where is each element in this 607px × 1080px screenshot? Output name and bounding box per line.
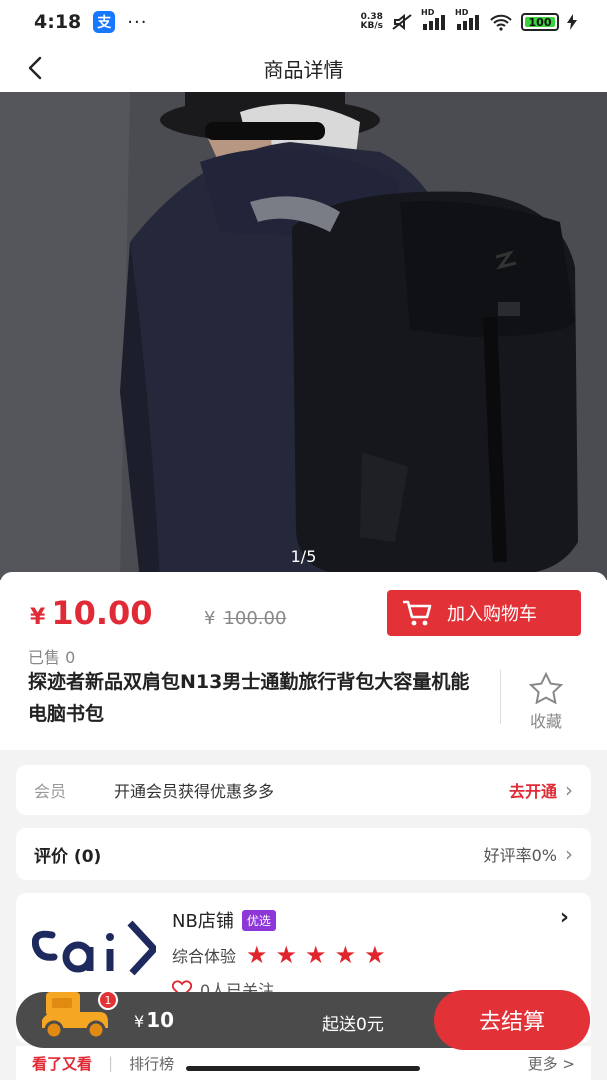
battery-icon: 100 (521, 13, 559, 31)
chevron-right-icon: › (565, 842, 573, 866)
shop-name-row: NB店铺 优选 (172, 907, 276, 933)
page-title: 商品详情 (263, 57, 344, 82)
status-time: 4:18 (34, 11, 82, 33)
chevron-right-icon: › (565, 778, 573, 802)
star-icon: ★ (246, 941, 268, 969)
review-row[interactable]: 评价 (0) 好评率0% › (16, 828, 591, 880)
checkout-button[interactable]: 去结算 (434, 990, 590, 1050)
member-label: 会员 (34, 782, 67, 801)
signal-2: HD (455, 8, 481, 30)
favorite-label: 收藏 (529, 712, 562, 731)
divider (500, 670, 501, 724)
min-order-note: 起送0元 (322, 1015, 384, 1035)
cart-total: ¥10 (134, 1008, 174, 1032)
tab-viewed-again[interactable]: 看了又看 (32, 1053, 92, 1074)
star-icon: ★ (334, 941, 357, 969)
alipay-icon: 支 (93, 11, 116, 33)
more-link[interactable]: 更多 > (528, 1053, 575, 1074)
home-indicator[interactable] (186, 1066, 420, 1071)
tab-ranking[interactable]: 排行榜 (129, 1053, 174, 1074)
sold-count: 已售 0 (28, 648, 76, 667)
positive-rate: 好评率0% (483, 846, 557, 865)
battery-level: 100 (528, 15, 552, 29)
star-icon: ★ (305, 941, 327, 969)
preferred-badge: 优选 (241, 909, 276, 931)
mute-icon (392, 13, 412, 31)
star-rating: ★ ★ ★ ★ ★ (246, 941, 386, 969)
product-info-card: ¥10.00 ¥100.00 加入购物车 已售 0 探迹者新品双肩包N13男士通… (0, 572, 607, 750)
hd-label-2: HD (455, 8, 469, 17)
experience-label: 综合体验 (172, 947, 237, 966)
member-description: 开通会员获得优惠多多 (114, 782, 275, 801)
add-to-cart-button[interactable]: 加入购物车 (387, 590, 581, 636)
star-icon: ★ (275, 941, 298, 969)
currency-symbol: ¥ (30, 605, 46, 630)
header: 商品详情 (0, 44, 607, 92)
shop-experience: 综合体验 ★ ★ ★ ★ ★ (172, 941, 386, 969)
more-notifications-icon: ··· (127, 11, 148, 33)
shop-logo (32, 913, 156, 993)
current-price: ¥10.00 (30, 594, 153, 632)
star-outline-icon (529, 672, 563, 704)
total-currency: ¥ (134, 1012, 145, 1031)
checkout-bar: 1 ¥10 起送0元 去结算 (16, 990, 590, 1050)
review-label: 评价 (0) (34, 846, 102, 867)
product-image-carousel[interactable]: 1/5 (0, 92, 607, 580)
tab-separator: | (108, 1054, 114, 1072)
recommendation-tabs: 看了又看 | 排行榜 更多 > (16, 1046, 591, 1080)
wifi-icon (490, 14, 512, 31)
status-right: 0.38 KB/s HD HD 100 (361, 8, 577, 31)
back-arrow-icon[interactable] (22, 54, 50, 82)
product-detail-page: 4:18 支 ··· 0.38 KB/s HD HD 100 商品详情 1/5 … (0, 0, 607, 1080)
charging-icon (567, 14, 577, 30)
image-counter: 1/5 (290, 547, 317, 566)
hd-label-1: HD (421, 8, 435, 17)
favorite-button[interactable]: 收藏 (520, 672, 572, 732)
member-row[interactable]: 会员 开通会员获得优惠多多 去开通 › (16, 765, 591, 815)
cart-icon (403, 600, 432, 626)
open-membership-link[interactable]: 去开通 (509, 778, 557, 802)
status-bar: 4:18 支 ··· 0.38 KB/s HD HD 100 (0, 0, 607, 44)
original-price: ¥100.00 (204, 608, 286, 629)
price-value: 10.00 (51, 594, 153, 632)
add-to-cart-label: 加入购物车 (447, 604, 537, 625)
signal-1: HD (421, 8, 447, 30)
total-value: 10 (146, 1008, 175, 1032)
original-price-value: 100.00 (223, 608, 287, 629)
net-speed-unit: KB/s (360, 21, 383, 31)
shop-name: NB店铺 (172, 911, 234, 932)
net-speed: 0.38 KB/s (361, 13, 383, 31)
product-title: 探迹者新品双肩包N13男士通勤旅行背包大容量机能电脑书包 (28, 671, 470, 725)
status-left: 4:18 支 ··· (34, 11, 147, 33)
star-icon: ★ (364, 941, 386, 969)
original-currency: ¥ (204, 608, 216, 629)
chevron-right-icon[interactable]: › (560, 905, 569, 930)
product-photo (0, 92, 607, 580)
cart-count-badge: 1 (98, 990, 118, 1010)
